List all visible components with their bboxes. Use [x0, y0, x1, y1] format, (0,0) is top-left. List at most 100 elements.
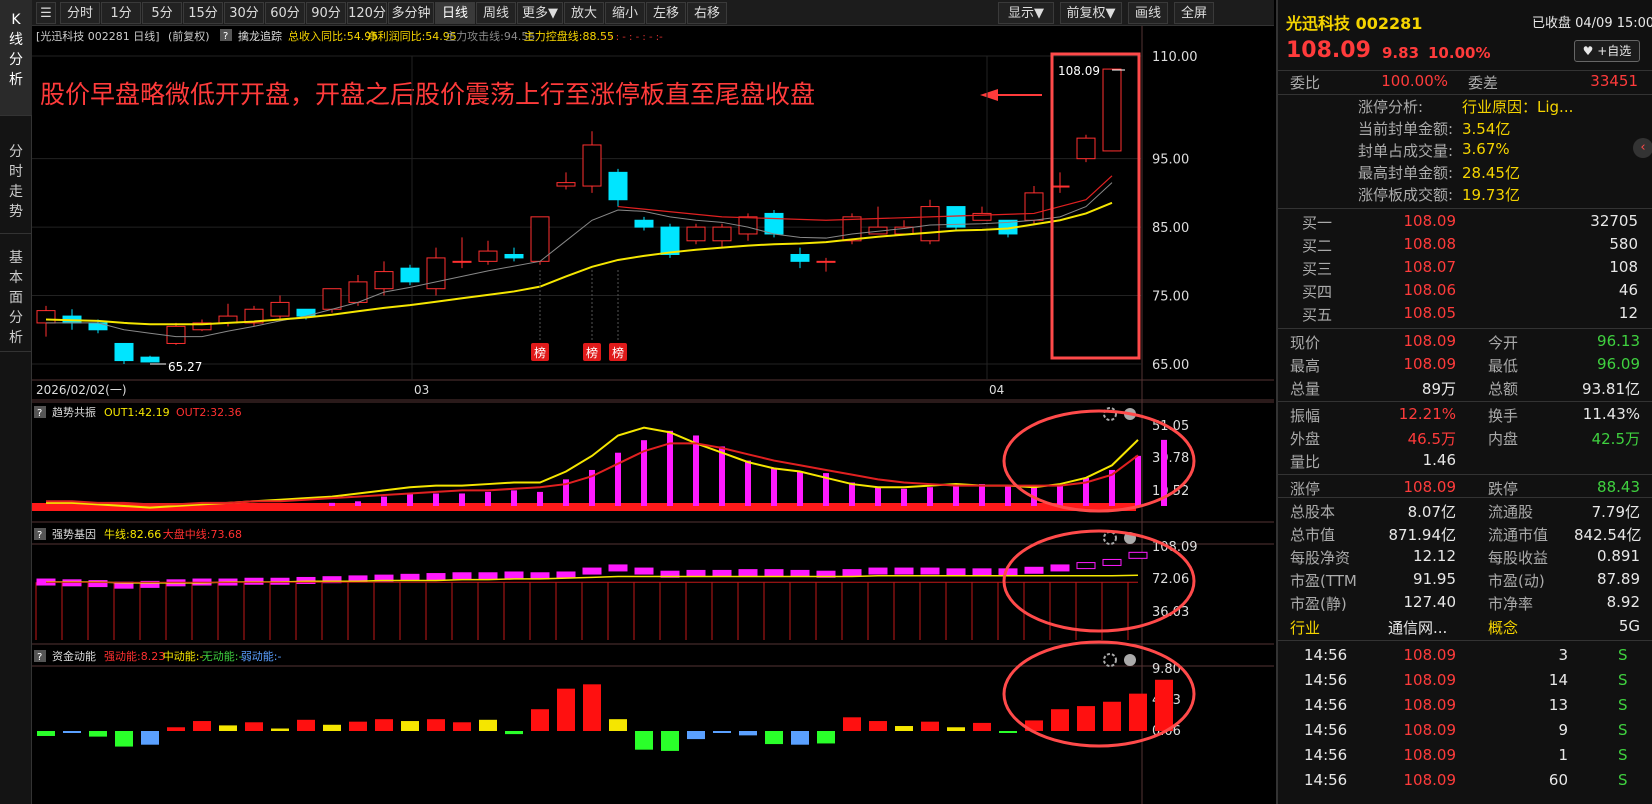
panel-p2-item-0: 牛线:82.66 [104, 527, 161, 541]
toolbar-btn-1[interactable]: 1分 [101, 2, 141, 24]
stat-value-7-0: 8.07亿 [1407, 503, 1456, 521]
toolbar-btn-15[interactable]: 右移 [687, 2, 727, 24]
p2-bar-20 [556, 571, 576, 579]
toolbar-right-btn-0[interactable]: 显示▼ [998, 2, 1054, 24]
stat-label-8-0: 总市值 [1290, 526, 1336, 544]
concept-value[interactable]: 5G [1574, 617, 1640, 635]
p3-bar-11 [323, 724, 341, 731]
toolbar-btn-0[interactable]: 分时 [60, 2, 100, 24]
p1-bar-26 [719, 446, 725, 506]
tab-fundamental[interactable]: 基本面分析 [0, 234, 32, 352]
p1-bar-35 [953, 485, 959, 506]
p1-bar-31 [849, 482, 855, 506]
kline-chart-svg[interactable]: [光迅科技 002281 日线] (前复权)? 擒龙追踪 总收入同比:54.95净利润… [32, 26, 1274, 804]
stat-value-3-1: 11.43% [1582, 405, 1640, 423]
collapse-arrow-icon[interactable]: ‹ [1633, 138, 1652, 158]
toolbar-btn-2[interactable]: 5分 [142, 2, 182, 24]
quote-pct: 10.00% [1428, 44, 1491, 62]
p2-bar-22 [608, 564, 628, 572]
stat-label-3-1: 换手 [1488, 407, 1519, 425]
stat-value-8-1: 842.54亿 [1574, 526, 1642, 544]
hline-g [1278, 497, 1652, 498]
toolbar-btn-4[interactable]: 30分 [224, 2, 264, 24]
p3-bar-28 [765, 731, 783, 745]
tick-vol-2: 13 [1548, 696, 1568, 714]
stat-label-5-0: 量比 [1290, 453, 1321, 471]
p2-bar-19 [530, 572, 550, 580]
toolbar-btn-6[interactable]: 90分 [306, 2, 346, 24]
tick-side-2: S [1618, 696, 1628, 714]
tab-kline[interactable]: K线分析 [0, 0, 32, 116]
candle-body-38 [1024, 192, 1044, 221]
p3-bar-35 [947, 727, 965, 731]
buy-label-2: 买三 [1302, 260, 1333, 278]
stat-value-6-0: 108.09 [1403, 478, 1457, 496]
p3-bar-22 [609, 719, 627, 731]
tick-time-5: 14:56 [1304, 771, 1348, 789]
menu-button[interactable]: ☰ [36, 2, 56, 24]
wb-value: 100.00% [1381, 72, 1448, 90]
toolbar-btn-13[interactable]: 缩小 [605, 2, 645, 24]
stat-value-5-0: 1.46 [1422, 451, 1456, 469]
p3-bar-21 [583, 684, 601, 731]
x-label-0: 2026/02/02(一) [36, 383, 127, 397]
buy-label-3: 买四 [1302, 283, 1333, 301]
tab-timeshare[interactable]: 分时走势 [0, 116, 32, 234]
candle-body-5 [166, 325, 186, 344]
p3-bar-42 [1129, 693, 1147, 731]
buy-label-0: 买一 [1302, 214, 1333, 232]
candle-body-9 [270, 301, 290, 317]
candle-body-11 [322, 288, 342, 310]
p3-bar-8 [245, 722, 263, 731]
toolbar-btn-14[interactable]: 左移 [646, 2, 686, 24]
tick-side-5: S [1618, 771, 1628, 789]
main-legend-item-2: 主力攻击线:94.55 [445, 29, 535, 43]
panel-name-p1: 趋势共振 [52, 405, 96, 419]
toolbar-btn-8[interactable]: 多分钟 [388, 2, 434, 24]
panel-p3-item-0: 强动能:8.23 [104, 649, 165, 663]
toolbar-btn-11[interactable]: 更多▼ [517, 2, 563, 24]
p2-bar-28 [764, 569, 784, 577]
toolbar-right-btn-3[interactable]: 全屏 [1174, 2, 1214, 24]
toolbar-btn-7[interactable]: 120分 [347, 2, 387, 24]
price-axis-label-2: 85.00 [1152, 221, 1189, 236]
tick-price-5: 108.09 [1403, 771, 1457, 789]
buy-label-4: 买五 [1302, 306, 1333, 324]
panel-p1-item-1: OUT2:32.36 [176, 406, 242, 419]
candle-body-40 [1076, 137, 1096, 160]
tick-time-0: 14:56 [1304, 646, 1348, 664]
toolbar-btn-5[interactable]: 60分 [265, 2, 305, 24]
stat-label-9-1: 每股收益 [1488, 549, 1549, 567]
toolbar-right-btn-2[interactable]: 画线 [1128, 2, 1168, 24]
p1-bar-13 [381, 496, 387, 506]
p3-bar-5 [167, 727, 185, 731]
p1-bar-15 [433, 493, 439, 506]
buy-price-4: 108.05 [1403, 304, 1457, 322]
candle-body-3 [114, 342, 134, 362]
buy-vol-3: 46 [1618, 281, 1638, 299]
toolbar-right-btn-1[interactable]: 前复权▼ [1060, 2, 1122, 24]
toolbar-btn-3[interactable]: 15分 [183, 2, 223, 24]
panel-help-text-p3: ? [37, 652, 42, 663]
toolbar-btn-9[interactable]: 日线 [435, 2, 475, 24]
stat-value-6-1: 88.43 [1597, 478, 1640, 496]
p3-bar-20 [557, 688, 575, 731]
tick-side-3: S [1618, 721, 1628, 739]
stat-label-0-0: 现价 [1290, 334, 1321, 352]
p2-bar-27 [738, 569, 758, 577]
stat-value-0-0: 108.09 [1403, 332, 1457, 350]
toolbar-btn-10[interactable]: 周线 [476, 2, 516, 24]
panel-name-p2: 强势基因 [52, 528, 96, 541]
p2-bar-15 [426, 573, 446, 581]
p3-bar-0 [37, 731, 55, 736]
stat-label-7-0: 总股本 [1290, 503, 1336, 521]
p3-bar-10 [297, 719, 315, 731]
tab-kline-label: K线分析 [9, 12, 23, 88]
chart-area[interactable]: [光迅科技 002281 日线] (前复权)? 擒龙追踪 总收入同比:54.95 净利润… [32, 26, 1274, 804]
p1-bar-32 [875, 487, 881, 506]
industry-value[interactable]: 通信网... [1388, 617, 1447, 638]
stat-value-2-1: 93.81亿 [1582, 380, 1640, 398]
candle-body-19 [530, 216, 550, 262]
add-fav-button[interactable]: ♥ +自选 [1574, 40, 1640, 62]
toolbar-btn-12[interactable]: 放大 [564, 2, 604, 24]
